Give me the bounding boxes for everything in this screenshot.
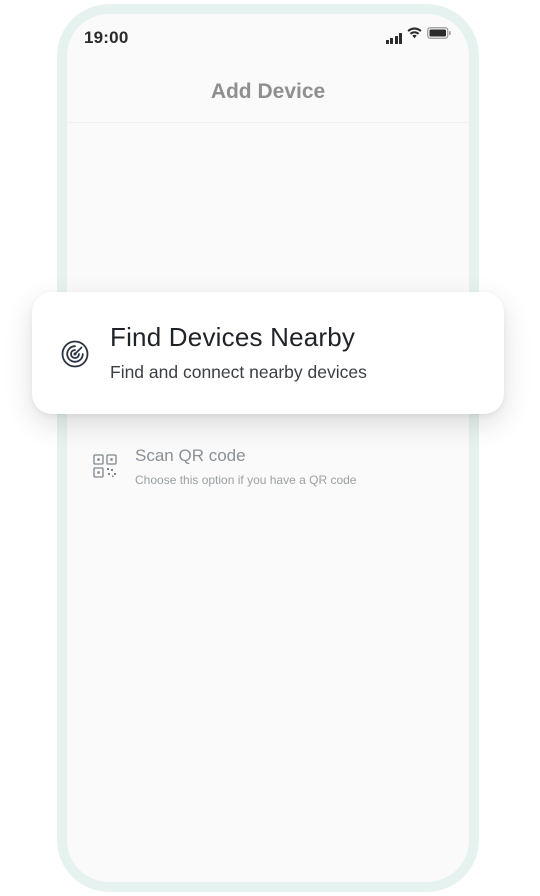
status-bar: 19:00	[67, 14, 469, 64]
scan-qr-option[interactable]: Scan QR code Choose this option if you h…	[91, 444, 441, 494]
find-devices-subtitle: Find and connect nearby devices	[110, 362, 367, 382]
scan-qr-subtitle: Choose this option if you have a QR code	[135, 473, 357, 487]
status-icons	[385, 27, 452, 44]
status-time: 19:00	[84, 28, 129, 47]
page-title: Add Device	[210, 80, 326, 103]
radar-icon	[60, 339, 90, 369]
wifi-icon	[407, 26, 422, 44]
find-devices-title: Find Devices Nearby	[110, 322, 356, 352]
phone-screen: 19:00 Add Device Scan QR code Choose thi…	[67, 14, 469, 882]
stage: 19:00 Add Device Scan QR code Choose thi…	[0, 0, 540, 896]
scan-qr-title: Scan QR code	[135, 446, 246, 465]
qr-code-icon	[93, 454, 117, 478]
find-devices-nearby-card[interactable]: Find Devices Nearby Find and connect nea…	[32, 292, 504, 414]
nav-header: Add Device	[67, 64, 469, 123]
battery-icon	[427, 26, 451, 44]
signal-icon	[385, 33, 402, 44]
